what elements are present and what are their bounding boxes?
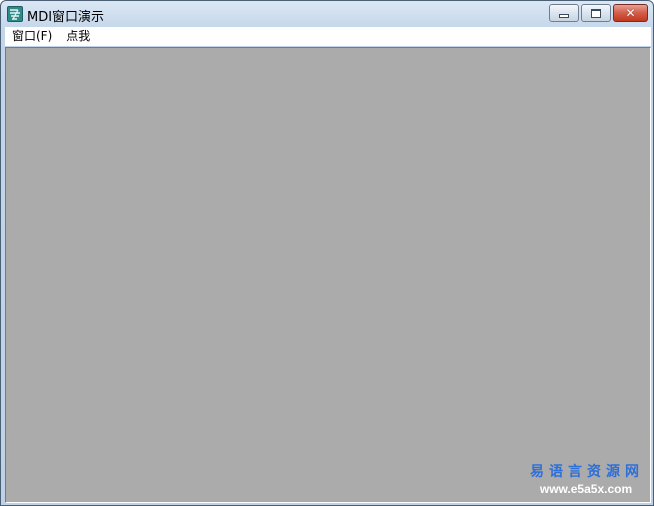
close-button[interactable]: ✕ <box>613 4 648 22</box>
close-icon: ✕ <box>625 6 636 20</box>
caption-buttons: ✕ <box>549 4 648 23</box>
minimize-icon <box>559 14 569 18</box>
main-window: MDI窗口演示 ✕ 窗口(F) 点我 易语言资源网 www.e5a5x.com <box>0 0 654 506</box>
maximize-button[interactable] <box>581 4 611 22</box>
window-title: MDI窗口演示 <box>27 10 105 25</box>
maximize-icon <box>591 8 601 18</box>
menu-item-window[interactable]: 窗口(F) <box>5 27 59 46</box>
watermark-title: 易语言资源网 <box>530 464 644 480</box>
title-bar[interactable]: MDI窗口演示 ✕ <box>1 1 653 27</box>
watermark-url: www.e5a5x.com <box>539 482 633 496</box>
minimize-button[interactable] <box>549 4 579 22</box>
watermark: 易语言资源网 www.e5a5x.com <box>530 461 642 496</box>
app-icon[interactable] <box>7 6 23 22</box>
mdi-client-area[interactable]: 易语言资源网 www.e5a5x.com <box>5 47 651 503</box>
menu-bar: 窗口(F) 点我 <box>5 27 651 46</box>
menu-item-click-me[interactable]: 点我 <box>59 27 97 46</box>
